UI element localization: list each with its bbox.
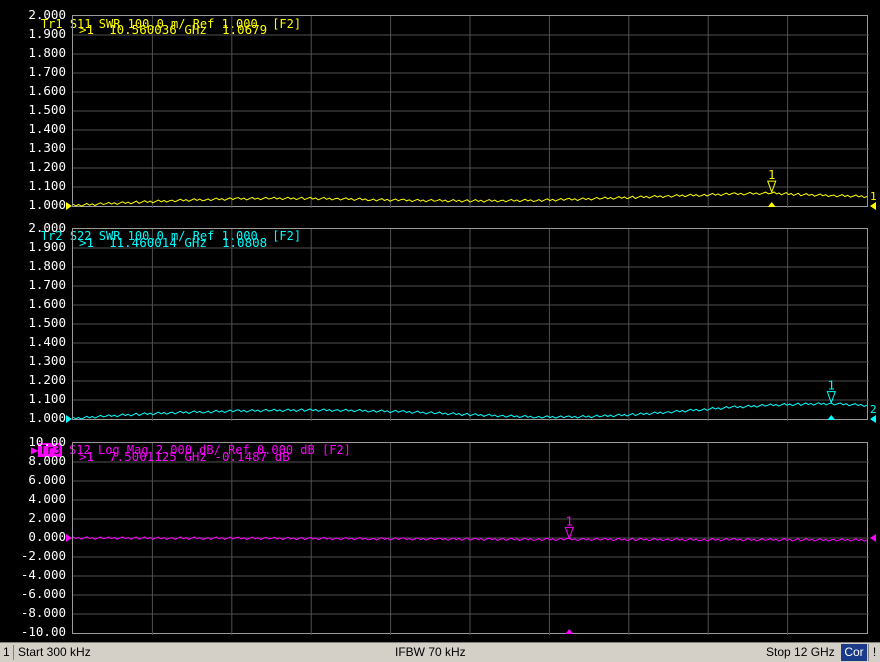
marker-position-indicator — [767, 202, 776, 207]
marker-position-indicator — [827, 415, 836, 420]
reference-left-arrow-icon[interactable] — [66, 415, 72, 423]
y-tick-label: 2.000 — [28, 510, 66, 525]
y-tick-label: -4.000 — [20, 567, 66, 582]
stop-frequency[interactable]: Stop 12 GHz — [766, 643, 835, 662]
y-tick-label: 2.000 — [28, 7, 66, 22]
marker-position-indicator — [565, 629, 574, 634]
status-bar: 1 Start 300 kHz IFBW 70 kHz Stop 12 GHz … — [0, 642, 880, 662]
trace3-marker-readout: >1 7.5001125 GHz -0.1487 dB — [79, 449, 290, 464]
trace3-plot[interactable]: 1 >1 7.5001125 GHz -0.1487 dB — [72, 442, 869, 635]
reference-right-arrow-icon[interactable] — [870, 415, 876, 423]
reference-right-arrow-icon[interactable] — [870, 534, 876, 542]
trace3-chart: 1 — [73, 443, 869, 635]
y-tick-label: 1.200 — [28, 159, 66, 174]
reference-left-arrow-icon[interactable] — [66, 534, 72, 542]
start-frequency[interactable]: Start 300 kHz — [18, 643, 91, 662]
y-tick-label: 1.500 — [28, 102, 66, 117]
y-tick-label: 8.000 — [28, 453, 66, 468]
trace1-chart: 1 — [73, 16, 869, 208]
marker-triangle-icon[interactable] — [826, 391, 836, 405]
trace-number-label: 2 — [870, 403, 877, 416]
status-divider — [13, 645, 14, 660]
trace1-plot[interactable]: 1 >1 10.560036 GHz 1.0679 — [72, 15, 869, 208]
y-tick-label: 1.400 — [28, 121, 66, 136]
y-tick-label: 1.600 — [28, 296, 66, 311]
y-tick-label: 2.000 — [28, 220, 66, 235]
y-tick-label: 1.800 — [28, 45, 66, 60]
marker-label: 1 — [828, 379, 835, 393]
y-tick-label: 1.400 — [28, 334, 66, 349]
y-tick-label: -10.00 — [20, 624, 66, 639]
trace2-chart: 1 — [73, 229, 869, 421]
y-tick-label: 1.700 — [28, 64, 66, 79]
reference-right-arrow-icon[interactable] — [870, 202, 876, 210]
channel-number[interactable]: 1 — [3, 643, 10, 662]
y-tick-label: 1.600 — [28, 83, 66, 98]
marker-label: 1 — [768, 168, 775, 182]
y-tick-label: -6.000 — [20, 586, 66, 601]
correction-status-badge[interactable]: Cor — [841, 644, 867, 661]
marker-label: 1 — [566, 514, 573, 528]
marker-triangle-icon[interactable] — [564, 526, 574, 540]
y-tick-label: 6.000 — [28, 472, 66, 487]
y-tick-label: 1.000 — [28, 410, 66, 425]
trace2-plot[interactable]: 1 >1 11.460014 GHz 1.0808 — [72, 228, 869, 421]
trace1-marker-readout: >1 10.560036 GHz 1.0679 — [79, 22, 268, 37]
trace-number-label: 1 — [870, 190, 877, 203]
y-tick-label: 1.100 — [28, 178, 66, 193]
y-tick-label: 4.000 — [28, 491, 66, 506]
trace2-marker-readout: >1 11.460014 GHz 1.0808 — [79, 235, 268, 250]
y-tick-label: -8.000 — [20, 605, 66, 620]
y-tick-label: 10.00 — [28, 434, 66, 449]
reference-left-arrow-icon[interactable] — [66, 202, 72, 210]
y-tick-label: -2.000 — [20, 548, 66, 563]
y-tick-label: 1.200 — [28, 372, 66, 387]
y-tick-label: 1.800 — [28, 258, 66, 273]
y-tick-label: 1.900 — [28, 26, 66, 41]
ifbw-setting[interactable]: IFBW 70 kHz — [395, 643, 466, 662]
y-tick-label: 1.500 — [28, 315, 66, 330]
y-tick-label: 1.000 — [28, 197, 66, 212]
vna-screen: Tr1 S11 SWR 100.0 m/ Ref 1.000 [F2] Tr2 … — [0, 0, 880, 662]
y-tick-label: 1.100 — [28, 391, 66, 406]
y-tick-label: 0.000 — [28, 529, 66, 544]
y-tick-label: 1.700 — [28, 277, 66, 292]
y-tick-label: 1.300 — [28, 140, 66, 155]
y-tick-label: 1.300 — [28, 353, 66, 368]
y-tick-label: 1.900 — [28, 239, 66, 254]
warning-indicator[interactable]: ! — [868, 644, 880, 661]
